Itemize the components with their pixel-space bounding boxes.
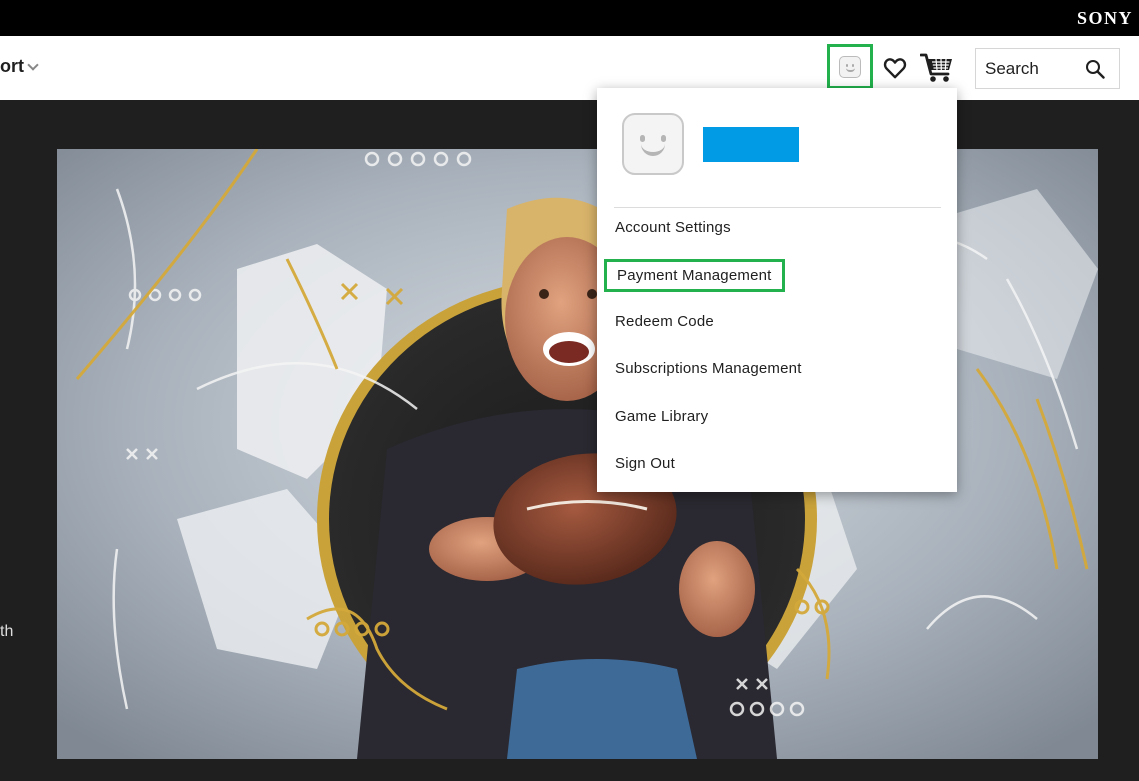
profile-button[interactable]: [827, 44, 873, 89]
page-text-fragment: th: [0, 623, 14, 640]
nav-item-support-label: ort: [0, 56, 24, 76]
search-input[interactable]: Search: [975, 48, 1120, 89]
menu-item-game-library[interactable]: Game Library: [615, 408, 708, 425]
account-dropdown-menu: Account Settings Payment Management Rede…: [597, 88, 957, 492]
menu-divider: [614, 207, 941, 208]
cart-button[interactable]: [919, 52, 954, 84]
search-label: Search: [985, 58, 1039, 78]
avatar-icon: [622, 113, 684, 175]
menu-item-account-settings[interactable]: Account Settings: [615, 219, 731, 236]
menu-item-sign-out[interactable]: Sign Out: [615, 455, 675, 472]
chevron-down-icon: [27, 58, 39, 71]
main-nav: ort Search: [0, 36, 1139, 100]
search-icon[interactable]: [1085, 59, 1105, 79]
sony-logo[interactable]: SONY: [1077, 8, 1133, 29]
heart-icon: [883, 58, 907, 79]
wishlist-button[interactable]: [882, 55, 908, 81]
avatar-icon: [839, 55, 861, 78]
username-redacted: [703, 127, 799, 162]
cart-icon: [919, 53, 952, 82]
nav-item-support[interactable]: ort: [0, 56, 39, 77]
sony-top-bar: SONY: [0, 0, 1139, 36]
menu-item-redeem-code[interactable]: Redeem Code: [615, 313, 714, 330]
menu-item-payment-management[interactable]: Payment Management: [604, 259, 785, 292]
menu-item-subscriptions-management[interactable]: Subscriptions Management: [615, 360, 802, 377]
